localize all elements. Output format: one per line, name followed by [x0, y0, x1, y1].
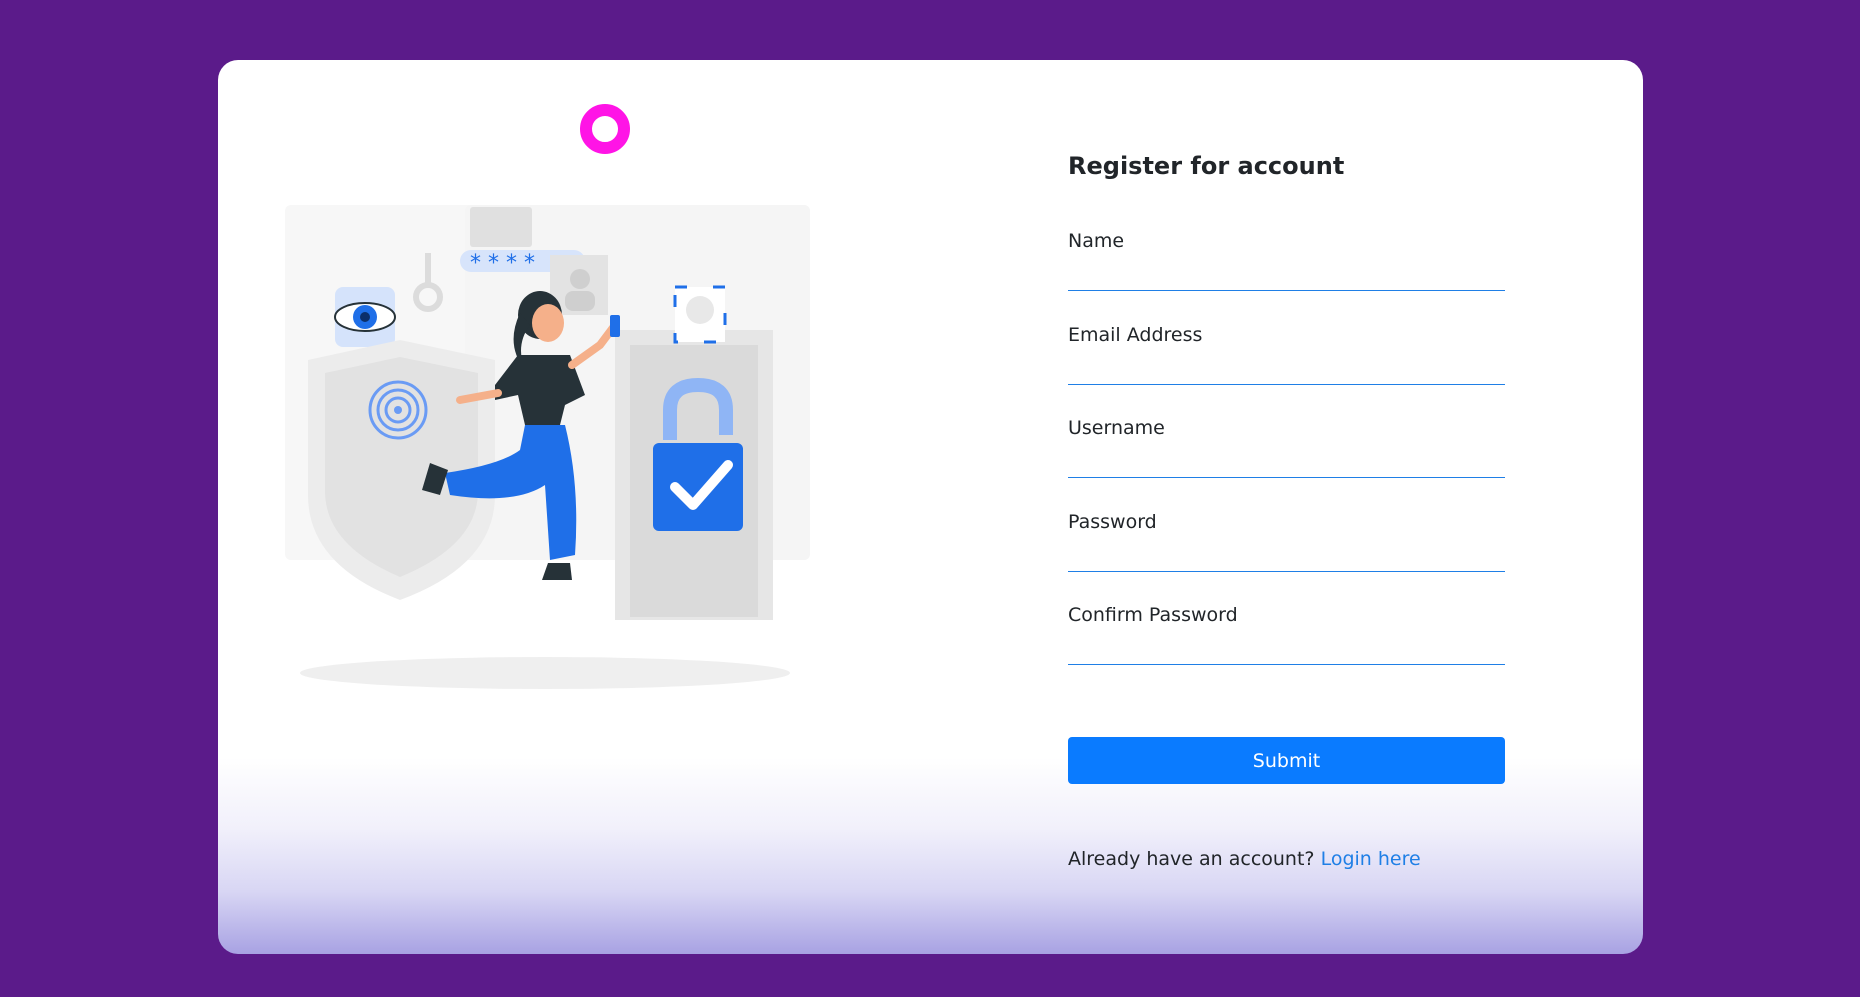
register-form: Register for account Name Email Address … — [1068, 145, 1505, 693]
submit-button[interactable]: Submit — [1068, 737, 1505, 784]
name-label: Name — [1068, 230, 1125, 252]
username-field-group: Username — [1068, 412, 1505, 506]
password-field-group: Password — [1068, 506, 1505, 600]
svg-text:* * * *: * * * * — [470, 251, 535, 276]
login-prompt-line: Already have an account? Login here — [1068, 848, 1421, 870]
username-field[interactable] — [1068, 440, 1505, 478]
confirm-password-label: Confirm Password — [1068, 604, 1238, 626]
email-field[interactable] — [1068, 346, 1505, 385]
confirm-password-field-group: Confirm Password — [1068, 599, 1505, 693]
logo-ring-icon — [580, 104, 630, 154]
login-prompt-text: Already have an account? — [1068, 848, 1315, 870]
password-label: Password — [1068, 510, 1157, 533]
form-title: Register for account — [1068, 152, 1345, 180]
name-field[interactable] — [1068, 253, 1505, 291]
security-illustration: * * * * — [285, 205, 810, 689]
login-link[interactable]: Login here — [1321, 848, 1421, 870]
email-label: Email Address — [1068, 323, 1203, 346]
email-field-group: Email Address — [1068, 319, 1505, 413]
password-field[interactable] — [1068, 533, 1505, 572]
name-field-group: Name — [1068, 225, 1505, 319]
username-label: Username — [1068, 417, 1165, 439]
confirm-password-field[interactable] — [1068, 627, 1505, 665]
